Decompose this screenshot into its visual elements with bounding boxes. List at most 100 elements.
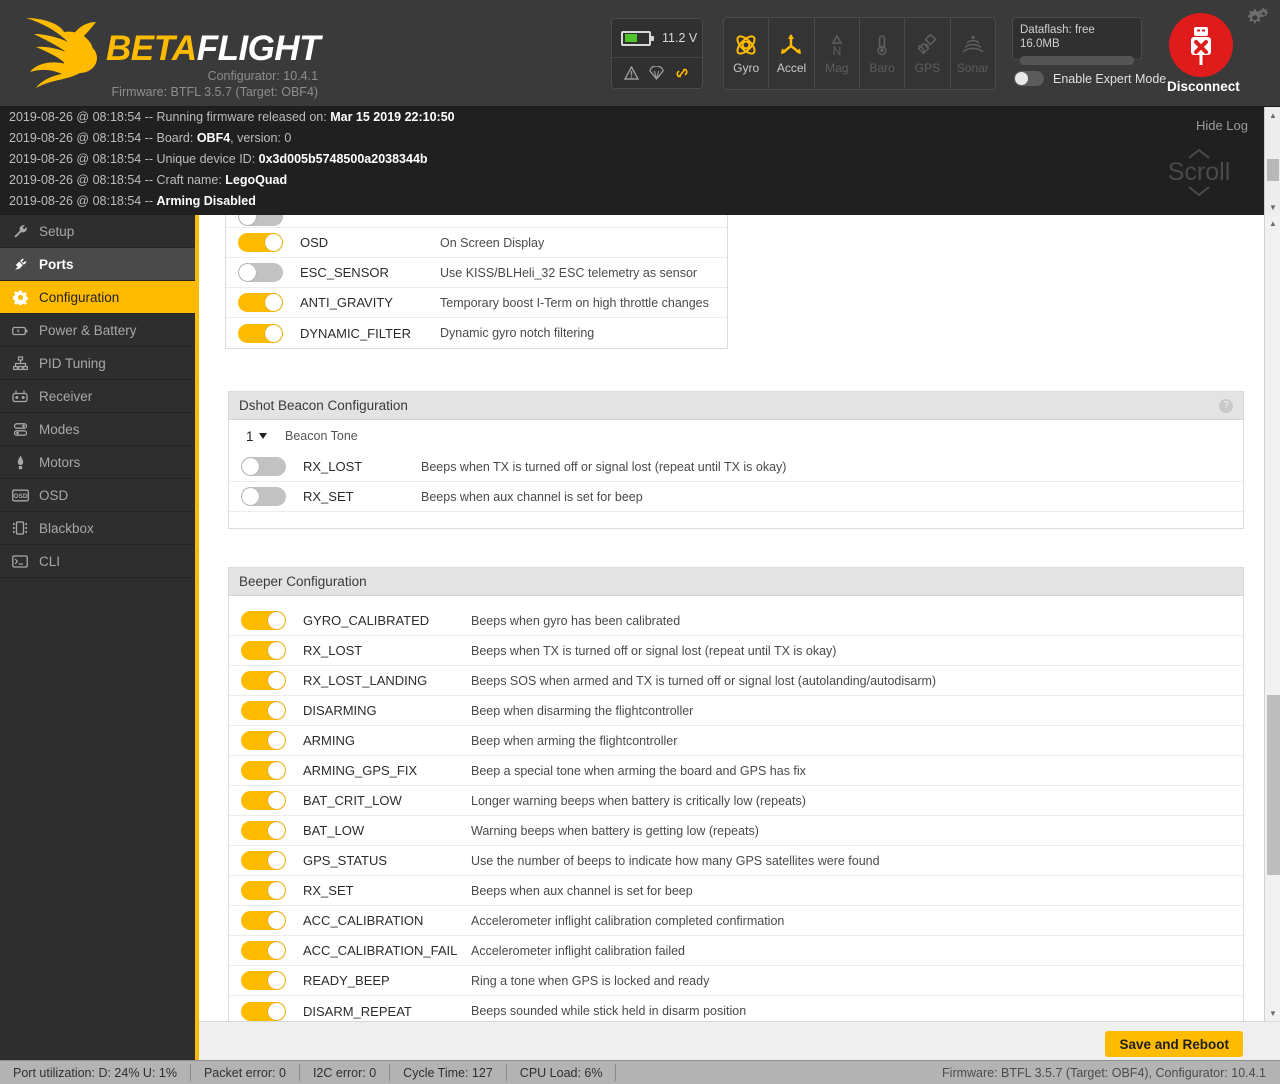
dshot-toggle[interactable] [241,487,286,506]
feature-toggle[interactable] [238,233,283,252]
content-scrollbar-thumb[interactable] [1267,695,1280,875]
beacon-tone-value: 1 [246,429,254,444]
beeper-row[interactable]: RX_LOST Beeps when TX is turned off or s… [229,636,1243,666]
beeper-toggle[interactable] [241,1002,286,1021]
sensor-gps: GPS [905,18,950,89]
beeper-row[interactable]: DISARM_REPEAT Beeps sounded while stick … [229,996,1243,1021]
gear-icon [11,290,29,305]
beeper-row[interactable]: READY_BEEP Ring a tone when GPS is locke… [229,966,1243,996]
battery-icon [11,323,29,338]
feature-name: DYNAMIC_FILTER [300,326,440,341]
dshot-toggle[interactable] [241,457,286,476]
sidebar-item-motors[interactable]: Motors [0,446,195,479]
sidebar-item-setup[interactable]: Setup [0,215,195,248]
dshot-panel-header: Dshot Beacon Configuration ? [229,392,1243,420]
sidebar-item-cli[interactable]: CLI [0,545,195,578]
expert-mode-toggle[interactable] [1014,71,1044,86]
sidebar-item-configuration[interactable]: Configuration [0,281,195,314]
sliders-icon [11,356,29,371]
beeper-row[interactable]: DISARMING Beep when disarming the flight… [229,696,1243,726]
dshot-row[interactable]: RX_LOST Beeps when TX is turned off or s… [229,452,1243,482]
content-scrollbar[interactable]: ▲ ▼ [1264,215,1280,1021]
feature-row[interactable] [226,215,727,228]
beeper-toggle[interactable] [241,911,286,930]
dataflash-bar [1020,56,1134,65]
beeper-toggle[interactable] [241,941,286,960]
scroll-up-arrow[interactable]: ▲ [1265,215,1280,231]
log-line-strong: LegoQuad [225,173,287,187]
plug-icon [11,257,29,272]
sidebar-item-blackbox[interactable]: Blackbox [0,512,195,545]
beeper-toggle[interactable] [241,761,286,780]
beeper-desc: Beeps SOS when armed and TX is turned of… [471,674,936,688]
beeper-row[interactable]: BAT_CRIT_LOW Longer warning beeps when b… [229,786,1243,816]
log-line-prefix: 2019-08-26 @ 08:18:54 -- Board: [9,131,197,145]
log-line-suffix: , version: 0 [230,131,291,145]
usb-disconnect-icon [1169,13,1233,77]
expert-mode-row[interactable]: Enable Expert Mode [1014,71,1166,86]
beeper-row[interactable]: GPS_STATUS Use the number of beeps to in… [229,846,1243,876]
feature-toggle[interactable] [238,263,283,282]
dataflash-label: Dataflash: free 16.0MB [1020,23,1134,51]
log-line-strong: 0x3d005b5748500a2038344b [259,152,428,166]
beacon-tone-row[interactable]: 1 Beacon Tone [229,420,1243,452]
feature-toggle[interactable] [238,293,283,312]
feature-row[interactable]: DYNAMIC_FILTER Dynamic gyro notch filter… [226,318,727,348]
feature-desc: Use KISS/BLHeli_32 ESC telemetry as sens… [440,266,697,280]
beeper-toggle[interactable] [241,701,286,720]
warning-icon [624,66,639,80]
dshot-row[interactable]: RX_SET Beeps when aux channel is set for… [229,482,1243,512]
beeper-toggle[interactable] [241,971,286,990]
feature-toggle[interactable] [238,324,283,343]
feature-row[interactable]: ESC_SENSOR Use KISS/BLHeli_32 ESC teleme… [226,258,727,288]
sidebar-item-modes[interactable]: Modes [0,413,195,446]
disconnect-button[interactable]: Disconnect [1167,13,1235,94]
feature-row[interactable]: OSD On Screen Display [226,228,727,258]
log-line-prefix: 2019-08-26 @ 08:18:54 -- Craft name: [9,173,225,187]
sidebar-item-pid-tuning[interactable]: PID Tuning [0,347,195,380]
beeper-toggle[interactable] [241,821,286,840]
beeper-row[interactable]: BAT_LOW Warning beeps when battery is ge… [229,816,1243,846]
log-scrollbar[interactable]: ▲ ▼ [1264,107,1280,215]
beeper-toggle[interactable] [241,731,286,750]
scroll-down-arrow[interactable]: ▼ [1265,1005,1280,1021]
sidebar-item-label: PID Tuning [39,356,106,371]
parachute-icon [649,66,664,80]
log-scroll-down-arrow[interactable]: ▼ [1265,199,1280,215]
save-and-reboot-button[interactable]: Save and Reboot [1105,1031,1243,1057]
hide-log-button[interactable]: Hide Log [1196,118,1248,133]
log-line-prefix: 2019-08-26 @ 08:18:54 -- Unique device I… [9,152,259,166]
log-scroll-up-arrow[interactable]: ▲ [1265,107,1280,123]
beeper-row[interactable]: ACC_CALIBRATION Accelerometer inflight c… [229,906,1243,936]
beacon-tone-select[interactable]: 1 [241,426,273,446]
sidebar-item-osd[interactable]: OSD OSD [0,479,195,512]
beeper-row[interactable]: RX_SET Beeps when aux channel is set for… [229,876,1243,906]
beeper-row[interactable]: RX_LOST_LANDING Beeps SOS when armed and… [229,666,1243,696]
dshot-name: RX_LOST [303,459,421,474]
beeper-row[interactable]: ACC_CALIBRATION_FAIL Accelerometer infli… [229,936,1243,966]
question-icon[interactable]: ? [1219,399,1233,413]
beeper-row[interactable]: GYRO_CALIBRATED Beeps when gyro has been… [229,606,1243,636]
beeper-row[interactable]: ARMING Beep when arming the flightcontro… [229,726,1243,756]
log-scrollbar-thumb[interactable] [1267,159,1279,181]
beeper-toggle[interactable] [241,671,286,690]
gear-icon [1244,6,1270,30]
beeper-toggle[interactable] [241,881,286,900]
feature-row[interactable]: ANTI_GRAVITY Temporary boost I-Term on h… [226,288,727,318]
sensor-sonar-label: Sonar [957,61,989,75]
feature-desc: On Screen Display [440,236,544,250]
sidebar-item-label: Receiver [39,389,92,404]
sidebar-item-receiver[interactable]: Receiver [0,380,195,413]
log-line-prefix: 2019-08-26 @ 08:18:54 -- Running firmwar… [9,110,330,124]
settings-gear-button[interactable] [1244,6,1270,35]
beeper-toggle[interactable] [241,851,286,870]
sensor-status-bar: Gyro Accel N Mag [723,17,996,90]
svg-text:N: N [832,44,841,58]
sidebar-item-power-battery[interactable]: Power & Battery [0,314,195,347]
beeper-toggle[interactable] [241,611,286,630]
feature-toggle[interactable] [238,215,283,226]
beeper-toggle[interactable] [241,641,286,660]
beeper-toggle[interactable] [241,791,286,810]
beeper-row[interactable]: ARMING_GPS_FIX Beep a special tone when … [229,756,1243,786]
sidebar-item-ports[interactable]: Ports [0,248,195,281]
